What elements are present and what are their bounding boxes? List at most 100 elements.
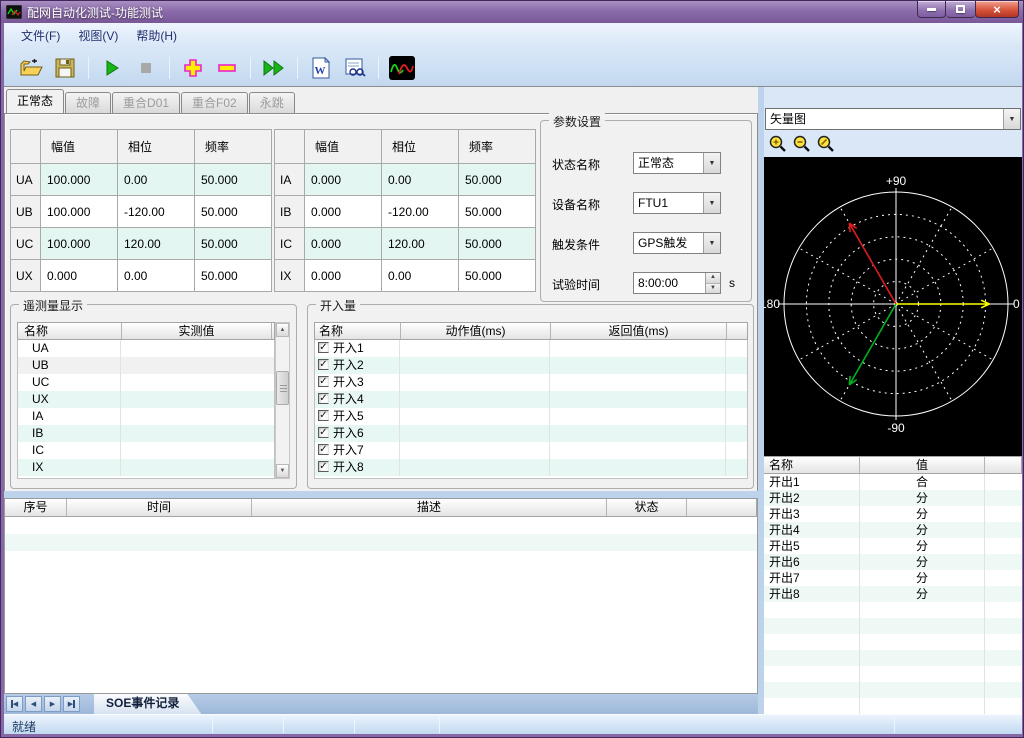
telemetry-row[interactable]: IC [18, 442, 274, 459]
digital-input-row[interactable]: ✓开入2 [315, 357, 747, 374]
value-cell[interactable]: 0.000 [305, 164, 382, 196]
spin-down-icon[interactable]: ▼ [706, 284, 720, 294]
waveform-view-button[interactable] [388, 54, 416, 82]
column-header[interactable]: 动作值(ms) [401, 323, 551, 339]
value-cell[interactable]: 50.000 [195, 228, 272, 260]
report-preview-button[interactable] [341, 54, 369, 82]
zoom-in-button[interactable] [768, 134, 792, 154]
chevron-down-icon[interactable]: ▼ [703, 193, 720, 213]
remove-state-button[interactable] [213, 54, 241, 82]
horizontal-splitter[interactable] [4, 491, 758, 498]
state-tab-2[interactable]: 故障 [65, 92, 111, 113]
scroll-thumb[interactable] [276, 371, 289, 405]
chevron-down-icon[interactable]: ▼ [703, 153, 720, 173]
stop-test-button[interactable] [132, 54, 160, 82]
state-tab-1[interactable]: 正常态 [6, 89, 64, 113]
param-select-3[interactable]: GPS触发▼ [633, 232, 721, 254]
column-header[interactable]: 实测值 [122, 323, 272, 339]
value-cell[interactable]: 50.000 [459, 196, 536, 228]
nav-last-button[interactable]: ▶ [63, 696, 80, 712]
value-cell[interactable]: 0.00 [382, 164, 459, 196]
state-tab-3[interactable]: 重合D01 [112, 92, 180, 113]
state-tab-4[interactable]: 重合F02 [181, 92, 248, 113]
digital-input-row[interactable]: ✓开入8 [315, 459, 747, 476]
value-cell[interactable]: 50.000 [459, 164, 536, 196]
tab-soe-events[interactable]: SOE事件记录 [94, 694, 201, 714]
scroll-down-button[interactable]: ▼ [276, 464, 289, 478]
param-select-1[interactable]: 正常态▼ [633, 152, 721, 174]
telemetry-row[interactable]: UC [18, 374, 274, 391]
telemetry-row[interactable]: UB [18, 357, 274, 374]
add-state-button[interactable] [179, 54, 207, 82]
value-cell[interactable]: 0.000 [305, 228, 382, 260]
checkbox-checked[interactable]: ✓ [318, 427, 329, 438]
value-cell[interactable]: 0.00 [118, 164, 195, 196]
checkbox-checked[interactable]: ✓ [318, 444, 329, 455]
telemetry-row[interactable]: IB [18, 425, 274, 442]
checkbox-checked[interactable]: ✓ [318, 376, 329, 387]
scroll-up-button[interactable]: ▲ [276, 323, 289, 337]
minimize-button[interactable] [917, 1, 946, 18]
nav-first-button[interactable]: ◀ [6, 696, 23, 712]
value-cell[interactable]: 50.000 [195, 260, 272, 292]
value-cell[interactable]: 120.00 [118, 228, 195, 260]
value-cell[interactable]: 100.000 [41, 164, 118, 196]
spin-up-icon[interactable]: ▲ [706, 273, 720, 284]
run-all-button[interactable] [260, 54, 288, 82]
column-header[interactable]: 名称 [18, 323, 122, 339]
zoom-out-button[interactable] [792, 134, 816, 154]
menu-help[interactable]: 帮助(H) [127, 23, 186, 49]
title-bar[interactable]: 配网自动化测试-功能测试 × [1, 1, 1024, 23]
value-cell[interactable]: 50.000 [195, 196, 272, 228]
column-header[interactable]: 描述 [252, 499, 607, 516]
value-cell[interactable]: 50.000 [459, 260, 536, 292]
digital-input-row[interactable]: ✓开入4 [315, 391, 747, 408]
column-header[interactable]: 值 [860, 457, 985, 473]
checkbox-checked[interactable]: ✓ [318, 359, 329, 370]
view-selector[interactable]: 矢量图 ▼ [765, 108, 1021, 130]
value-cell[interactable]: 50.000 [459, 228, 536, 260]
column-header[interactable]: 状态 [607, 499, 687, 516]
value-cell[interactable]: 100.000 [41, 228, 118, 260]
column-header[interactable]: 名称 [315, 323, 401, 339]
digital-input-row[interactable]: ✓开入1 [315, 340, 747, 357]
word-report-button[interactable]: W [307, 54, 335, 82]
column-header[interactable]: 序号 [5, 499, 67, 516]
menu-view[interactable]: 视图(V) [69, 23, 127, 49]
open-file-button[interactable] [17, 54, 45, 82]
chevron-down-icon[interactable]: ▼ [1003, 109, 1020, 129]
telemetry-row[interactable]: UA [18, 340, 274, 357]
state-tab-5[interactable]: 永跳 [249, 92, 295, 113]
telemetry-scrollbar[interactable]: ▲ ▼ [275, 322, 290, 479]
value-cell[interactable]: 0.000 [305, 260, 382, 292]
digital-input-row[interactable]: ✓开入5 [315, 408, 747, 425]
value-cell[interactable]: -120.00 [382, 196, 459, 228]
value-cell[interactable]: 0.000 [305, 196, 382, 228]
digital-input-row[interactable]: ✓开入7 [315, 442, 747, 459]
value-cell[interactable]: 100.000 [41, 196, 118, 228]
value-cell[interactable]: 0.00 [118, 260, 195, 292]
test-time-spinner[interactable]: 8:00:00▲▼ [633, 272, 721, 294]
value-cell[interactable]: -120.00 [118, 196, 195, 228]
close-button[interactable]: × [975, 1, 1019, 18]
value-cell[interactable]: 50.000 [195, 164, 272, 196]
nav-previous-button[interactable]: ◀ [25, 696, 42, 712]
menu-file[interactable]: 文件(F) [12, 23, 69, 49]
checkbox-checked[interactable]: ✓ [318, 342, 329, 353]
save-file-button[interactable] [51, 54, 79, 82]
checkbox-checked[interactable]: ✓ [318, 461, 329, 472]
value-cell[interactable]: 0.000 [41, 260, 118, 292]
nav-next-button[interactable]: ▶ [44, 696, 61, 712]
digital-input-row[interactable]: ✓开入3 [315, 374, 747, 391]
checkbox-checked[interactable]: ✓ [318, 393, 329, 404]
column-header[interactable]: 名称 [764, 457, 860, 473]
column-header[interactable]: 时间 [67, 499, 252, 516]
checkbox-checked[interactable]: ✓ [318, 410, 329, 421]
param-select-2[interactable]: FTU1▼ [633, 192, 721, 214]
digital-input-row[interactable]: ✓开入6 [315, 425, 747, 442]
value-cell[interactable]: 120.00 [382, 228, 459, 260]
telemetry-row[interactable]: IA [18, 408, 274, 425]
column-header[interactable]: 返回值(ms) [551, 323, 727, 339]
run-test-button[interactable] [98, 54, 126, 82]
telemetry-row[interactable]: IX [18, 459, 274, 476]
